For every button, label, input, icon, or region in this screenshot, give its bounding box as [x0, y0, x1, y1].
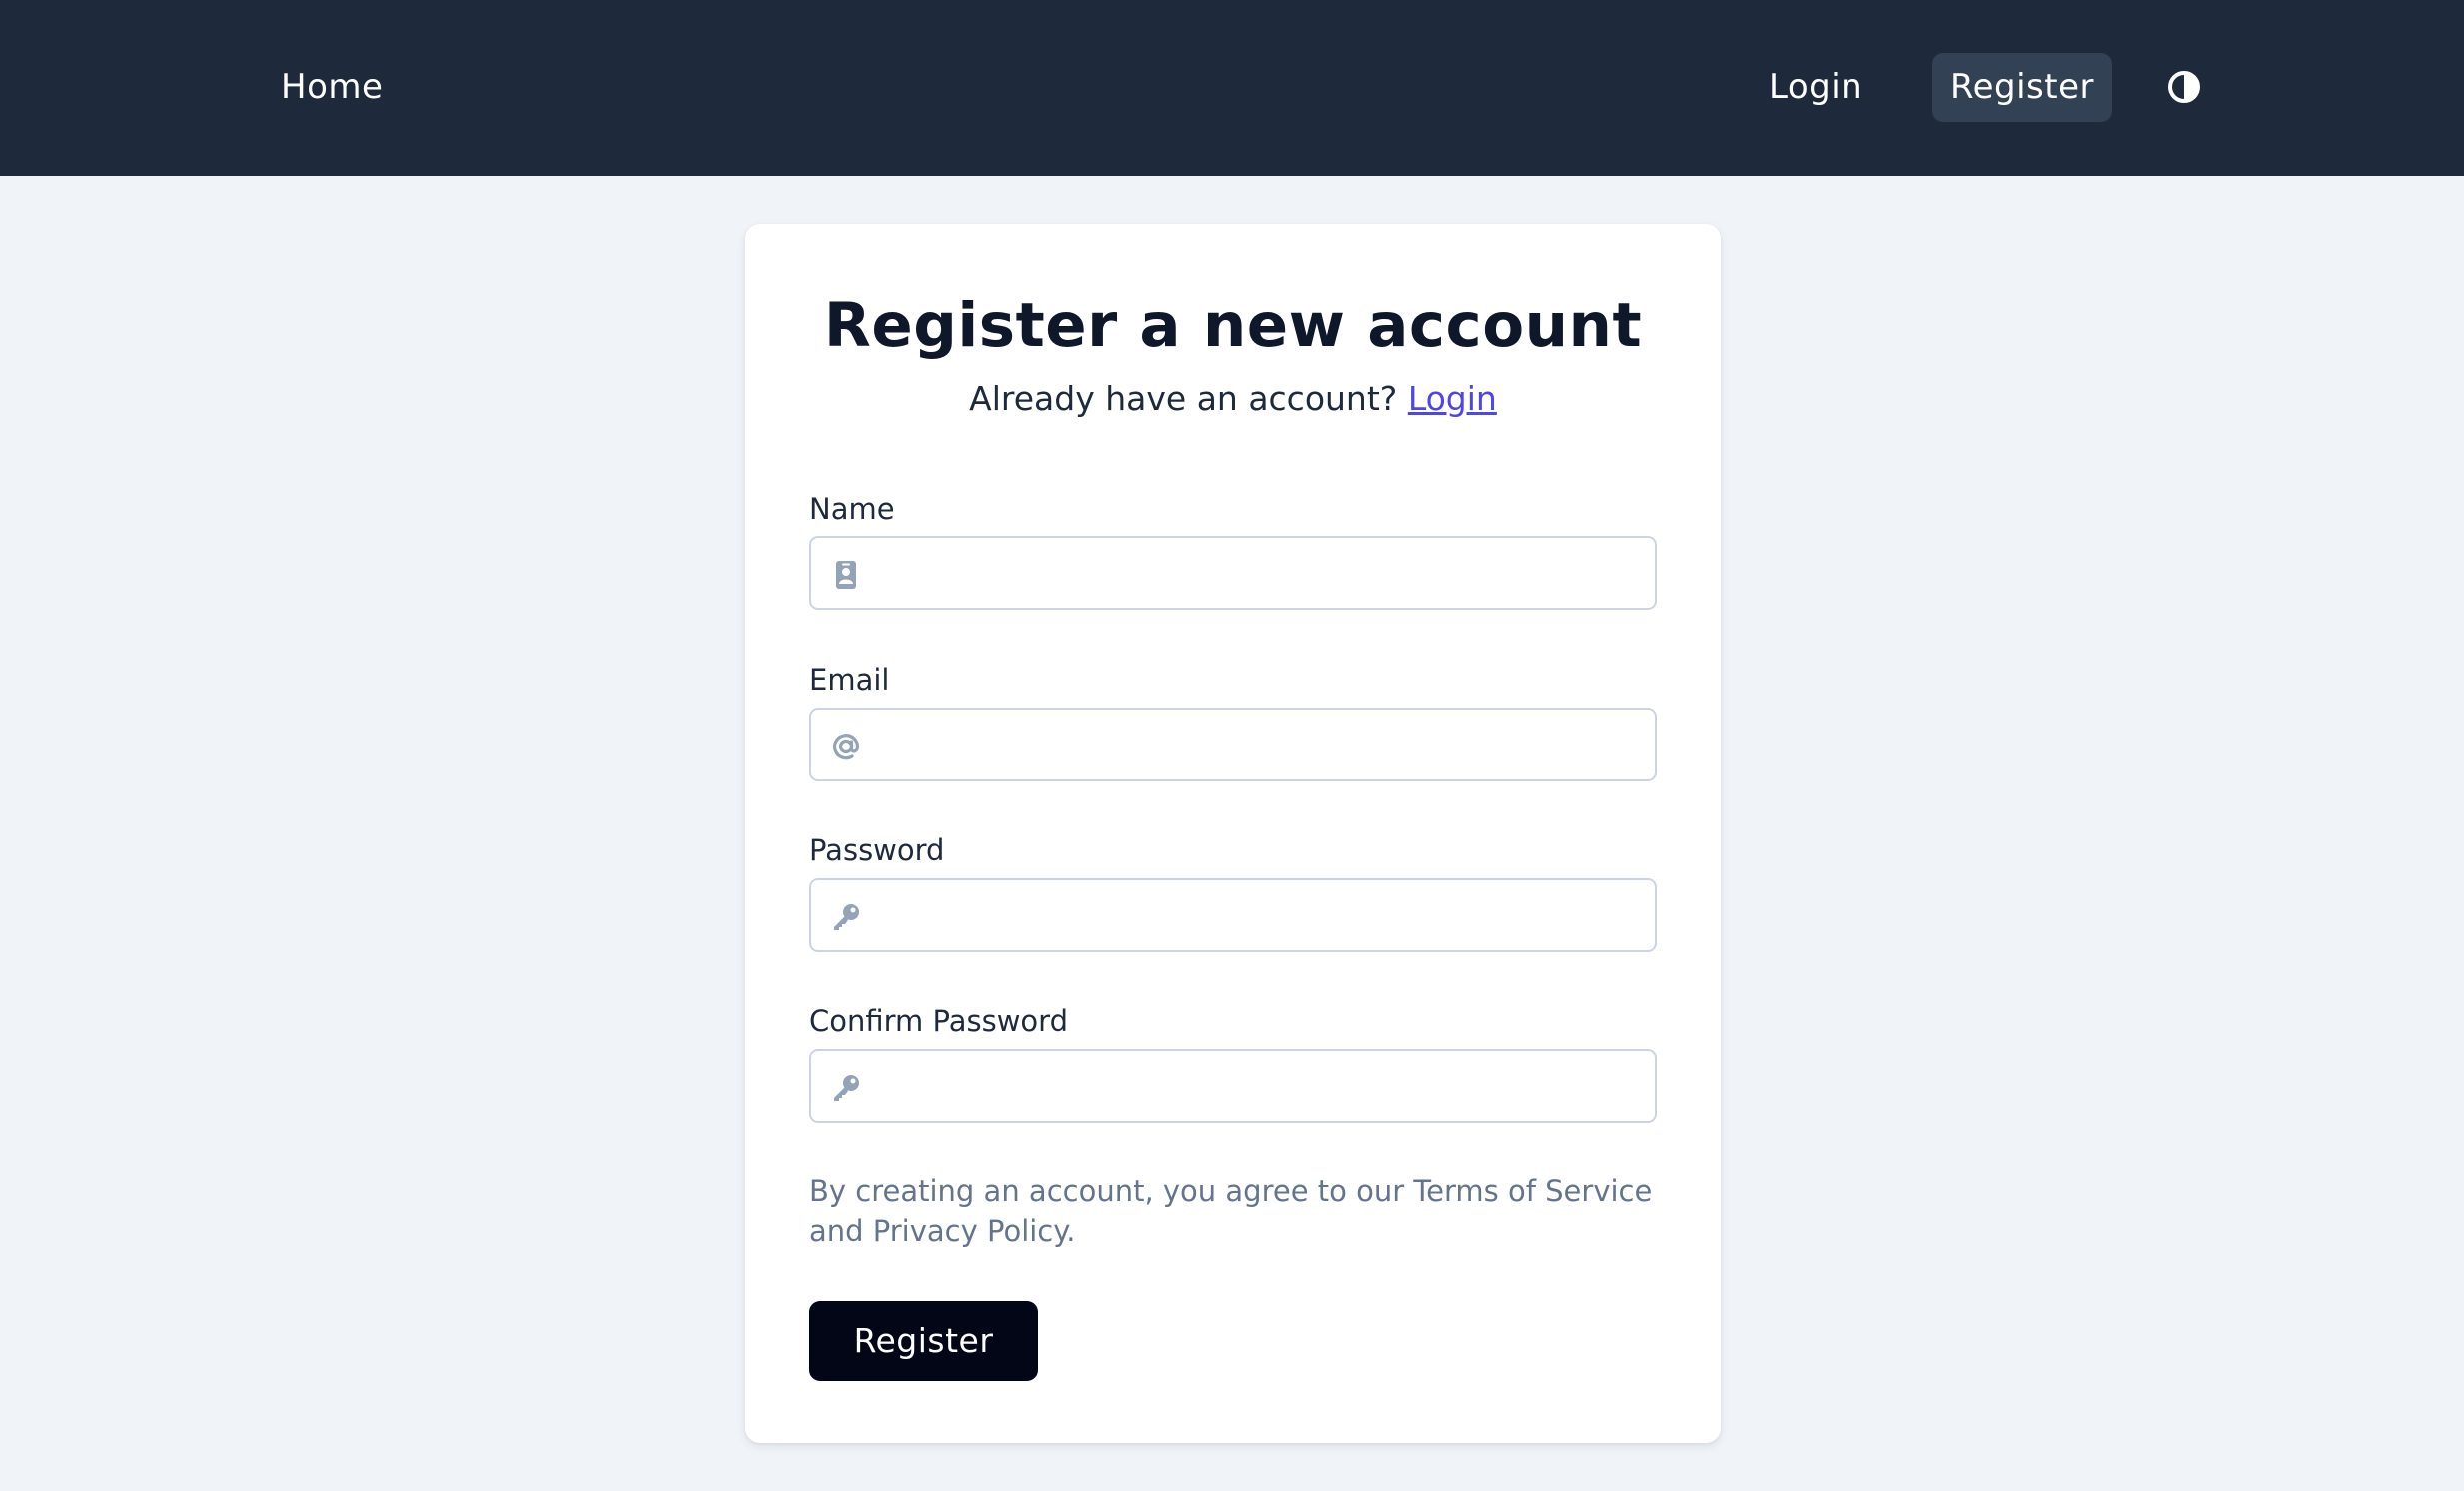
top-navbar: Home Login Register [0, 0, 2464, 176]
confirm-password-field[interactable] [809, 1049, 1657, 1123]
login-link[interactable]: Login [1408, 379, 1497, 418]
id-badge-icon [831, 560, 861, 590]
nav-register-button[interactable]: Register [1932, 53, 2112, 122]
confirm-password-input[interactable] [881, 1051, 1641, 1121]
nav-home-link[interactable]: Home [281, 64, 383, 110]
name-field[interactable] [809, 536, 1657, 610]
page-title: Register a new account [823, 290, 1643, 361]
confirm-password-label: Confirm Password [809, 1004, 1068, 1038]
theme-toggle-icon[interactable] [2167, 70, 2201, 104]
login-prompt-text: Already have an account? [969, 379, 1398, 418]
password-field[interactable] [809, 878, 1657, 952]
at-icon [831, 732, 861, 761]
login-prompt: Already have an account? Login [745, 376, 1721, 422]
register-card: Register a new account Already have an a… [745, 224, 1721, 1443]
name-label: Name [809, 492, 895, 526]
email-field[interactable] [809, 708, 1657, 781]
terms-notice: By creating an account, you agree to our… [809, 1174, 1653, 1248]
email-label: Email [809, 663, 890, 697]
name-input[interactable] [881, 538, 1641, 608]
register-submit-button[interactable]: Register [809, 1301, 1038, 1381]
nav-login-link[interactable]: Login [1769, 64, 1862, 110]
key-icon [831, 1073, 861, 1103]
password-input[interactable] [881, 880, 1641, 950]
password-label: Password [809, 833, 945, 867]
key-icon [831, 902, 861, 932]
email-input[interactable] [881, 710, 1641, 779]
